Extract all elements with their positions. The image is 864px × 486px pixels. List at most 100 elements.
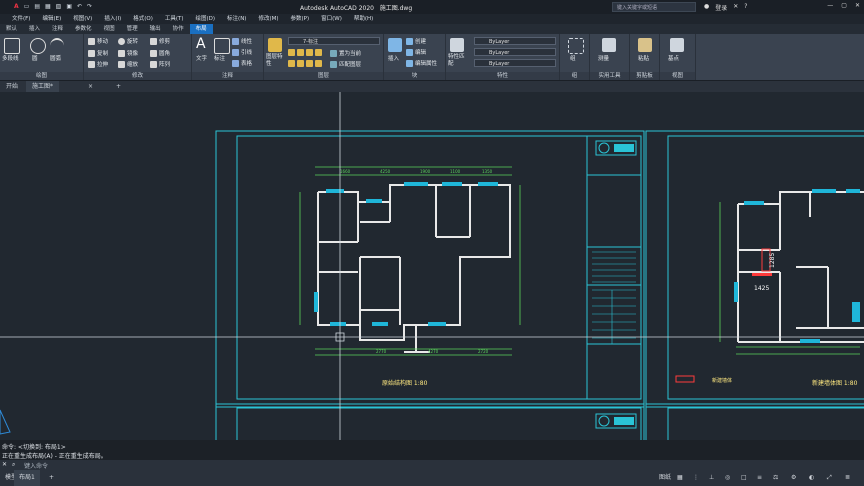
- set-current-button[interactable]: 置为当前: [330, 49, 361, 57]
- polyline-icon[interactable]: [4, 38, 20, 54]
- isolate-icon[interactable]: ◐: [804, 470, 819, 486]
- edit-attributes-button[interactable]: 编辑属性: [406, 59, 437, 67]
- add-layout-icon[interactable]: +: [44, 470, 59, 486]
- snap-icon[interactable]: ⋮: [688, 470, 704, 486]
- match-properties-button[interactable]: 特性匹配: [448, 54, 466, 68]
- tab-view[interactable]: 视图: [98, 24, 121, 34]
- exchange-icon[interactable]: ✕: [733, 3, 738, 12]
- workspace-gear-icon[interactable]: ⚙: [786, 470, 801, 486]
- draw-panel-label[interactable]: 绘图: [0, 72, 83, 80]
- scale-button[interactable]: 缩放: [118, 60, 138, 68]
- tab-manage[interactable]: 管理: [121, 24, 144, 34]
- measure-icon[interactable]: [602, 38, 616, 52]
- tab-close-icon[interactable]: ×: [82, 81, 99, 92]
- circle-icon[interactable]: [30, 38, 46, 54]
- color-dropdown[interactable]: ByLayer: [474, 37, 556, 45]
- save-as-icon[interactable]: ▧: [56, 3, 62, 10]
- menu-parametric[interactable]: 参数(P): [291, 14, 310, 24]
- customize-icon[interactable]: ≣: [840, 470, 855, 486]
- polyline-button[interactable]: 多段线: [2, 54, 19, 62]
- menu-help[interactable]: 帮助(H): [354, 14, 373, 24]
- menu-format[interactable]: 格式(O): [133, 14, 153, 24]
- menu-file[interactable]: 文件(F): [12, 14, 30, 24]
- trim-button[interactable]: 修剪: [150, 37, 170, 45]
- menu-tools[interactable]: 工具(T): [165, 14, 184, 24]
- create-block-button[interactable]: 创建: [406, 37, 426, 45]
- print-icon[interactable]: ▣: [66, 3, 72, 10]
- lineweight-icon[interactable]: ≡: [752, 470, 767, 486]
- clipboard-panel-label[interactable]: 剪贴板: [630, 72, 659, 80]
- mirror-button[interactable]: 镜像: [118, 49, 138, 57]
- block-panel-label[interactable]: 块: [384, 72, 445, 80]
- menu-window[interactable]: 窗口(W): [321, 14, 342, 24]
- tab-default[interactable]: 默认: [0, 24, 23, 34]
- help-icon[interactable]: ?: [744, 3, 747, 12]
- linear-button[interactable]: 线性: [232, 37, 252, 45]
- tab-layout[interactable]: 布局: [189, 24, 213, 34]
- array-button[interactable]: 阵列: [150, 60, 170, 68]
- command-close-icon[interactable]: ✕: [2, 461, 7, 468]
- arc-icon[interactable]: [50, 38, 64, 54]
- tab-start[interactable]: 开始: [0, 81, 24, 92]
- maximize-icon[interactable]: ▢: [841, 2, 847, 9]
- layer-tools-row1[interactable]: [288, 49, 324, 56]
- match-layer-button[interactable]: 匹配图层: [330, 60, 361, 68]
- app-menu-icon[interactable]: A: [14, 3, 19, 10]
- menu-dimension[interactable]: 标注(N): [227, 14, 246, 24]
- fillet-button[interactable]: 圆角: [150, 49, 170, 57]
- menu-draw[interactable]: 绘图(D): [196, 14, 216, 24]
- stretch-button[interactable]: 拉伸: [88, 60, 108, 68]
- modify-panel-label[interactable]: 修改: [84, 72, 191, 80]
- utilities-panel-label[interactable]: 实用工具: [590, 72, 629, 80]
- layer-dropdown[interactable]: 7-标注: [288, 37, 380, 45]
- match-properties-icon[interactable]: [450, 38, 464, 52]
- leader-button[interactable]: 引线: [232, 48, 252, 56]
- annotation-scale-icon[interactable]: ⚖: [768, 470, 783, 486]
- edit-block-button[interactable]: 编辑: [406, 48, 426, 56]
- groups-panel-label[interactable]: 组: [560, 72, 589, 80]
- layer-properties-icon[interactable]: [268, 38, 282, 52]
- dimension-icon[interactable]: [214, 38, 230, 54]
- paste-button[interactable]: 粘贴: [638, 54, 649, 62]
- new-file-icon[interactable]: ▭: [24, 3, 30, 10]
- redo-icon[interactable]: ↷: [87, 3, 92, 10]
- drawing-canvas[interactable]: 1660 4250 1900 1100 1350 2770 4270 2720: [0, 92, 864, 440]
- undo-icon[interactable]: ↶: [77, 3, 82, 10]
- group-icon[interactable]: [568, 38, 584, 54]
- linetype-dropdown[interactable]: ByLayer: [474, 48, 556, 56]
- search-input[interactable]: 键入关键字或短语: [612, 2, 696, 12]
- dimension-button[interactable]: 标注: [214, 54, 225, 62]
- rotate-button[interactable]: 旋转: [118, 37, 138, 45]
- menu-insert[interactable]: 插入(I): [104, 14, 121, 24]
- minimize-icon[interactable]: —: [827, 2, 833, 9]
- layer-properties-button[interactable]: 图层特性: [266, 54, 286, 68]
- arc-button[interactable]: 圆弧: [50, 54, 61, 62]
- menu-modify[interactable]: 修改(M): [258, 14, 278, 24]
- ortho-icon[interactable]: ⊥: [704, 470, 719, 486]
- fullscreen-icon[interactable]: ⤢: [822, 470, 837, 486]
- properties-panel-label[interactable]: 特性: [446, 72, 559, 80]
- osnap-icon[interactable]: □: [736, 470, 752, 486]
- paste-icon[interactable]: [638, 38, 652, 52]
- grid-icon[interactable]: ▦: [672, 470, 688, 486]
- new-tab-icon[interactable]: +: [110, 81, 127, 92]
- tab-drawing[interactable]: 施工图*: [26, 81, 60, 92]
- text-button[interactable]: 文字: [196, 54, 207, 62]
- menu-edit[interactable]: 编辑(E): [42, 14, 61, 24]
- copy-button[interactable]: 复制: [88, 49, 108, 57]
- move-button[interactable]: 移动: [88, 37, 108, 45]
- layers-panel-label[interactable]: 图层: [264, 72, 383, 80]
- menu-view[interactable]: 视图(V): [73, 14, 92, 24]
- tab-collaborate[interactable]: 协作: [167, 24, 190, 34]
- open-file-icon[interactable]: ▤: [34, 3, 40, 10]
- lineweight-dropdown[interactable]: ByLayer: [474, 59, 556, 67]
- circle-button[interactable]: 圆: [32, 54, 38, 62]
- base-point-button[interactable]: 基点: [668, 54, 679, 62]
- tab-layout1[interactable]: 布局1: [14, 470, 40, 486]
- tab-parametric[interactable]: 参数化: [69, 24, 98, 34]
- measure-button[interactable]: 测量: [598, 54, 609, 62]
- annotation-panel-label[interactable]: 注释: [192, 72, 263, 80]
- insert-block-button[interactable]: 插入: [388, 54, 399, 62]
- group-button[interactable]: 组: [570, 54, 576, 62]
- tab-annotate[interactable]: 注释: [46, 24, 69, 34]
